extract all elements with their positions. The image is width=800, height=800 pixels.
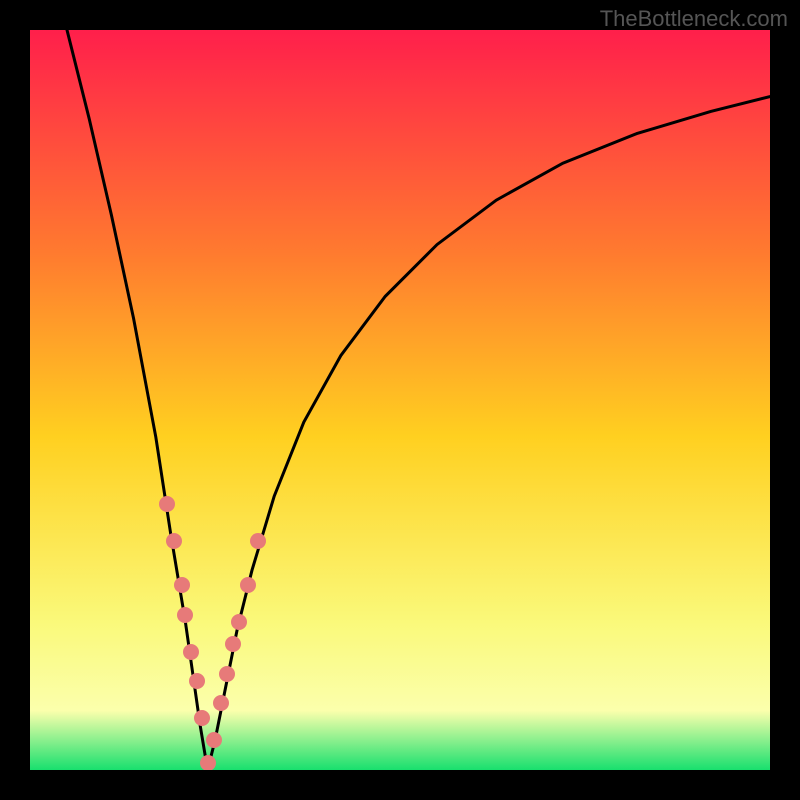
marker-dot [174, 577, 190, 593]
marker-dot [177, 607, 193, 623]
bottleneck-curve [30, 30, 770, 770]
marker-dot [231, 614, 247, 630]
marker-dot [183, 644, 199, 660]
marker-dot [200, 755, 216, 770]
chart-frame: TheBottleneck.com [0, 0, 800, 800]
marker-dot [219, 666, 235, 682]
marker-dot [206, 732, 222, 748]
plot-area [30, 30, 770, 770]
marker-dot [213, 695, 229, 711]
marker-dot [240, 577, 256, 593]
marker-dot [225, 636, 241, 652]
marker-dot [194, 710, 210, 726]
marker-dot [159, 496, 175, 512]
marker-dot [166, 533, 182, 549]
marker-dot [250, 533, 266, 549]
watermark-text: TheBottleneck.com [600, 6, 788, 32]
marker-dot [189, 673, 205, 689]
